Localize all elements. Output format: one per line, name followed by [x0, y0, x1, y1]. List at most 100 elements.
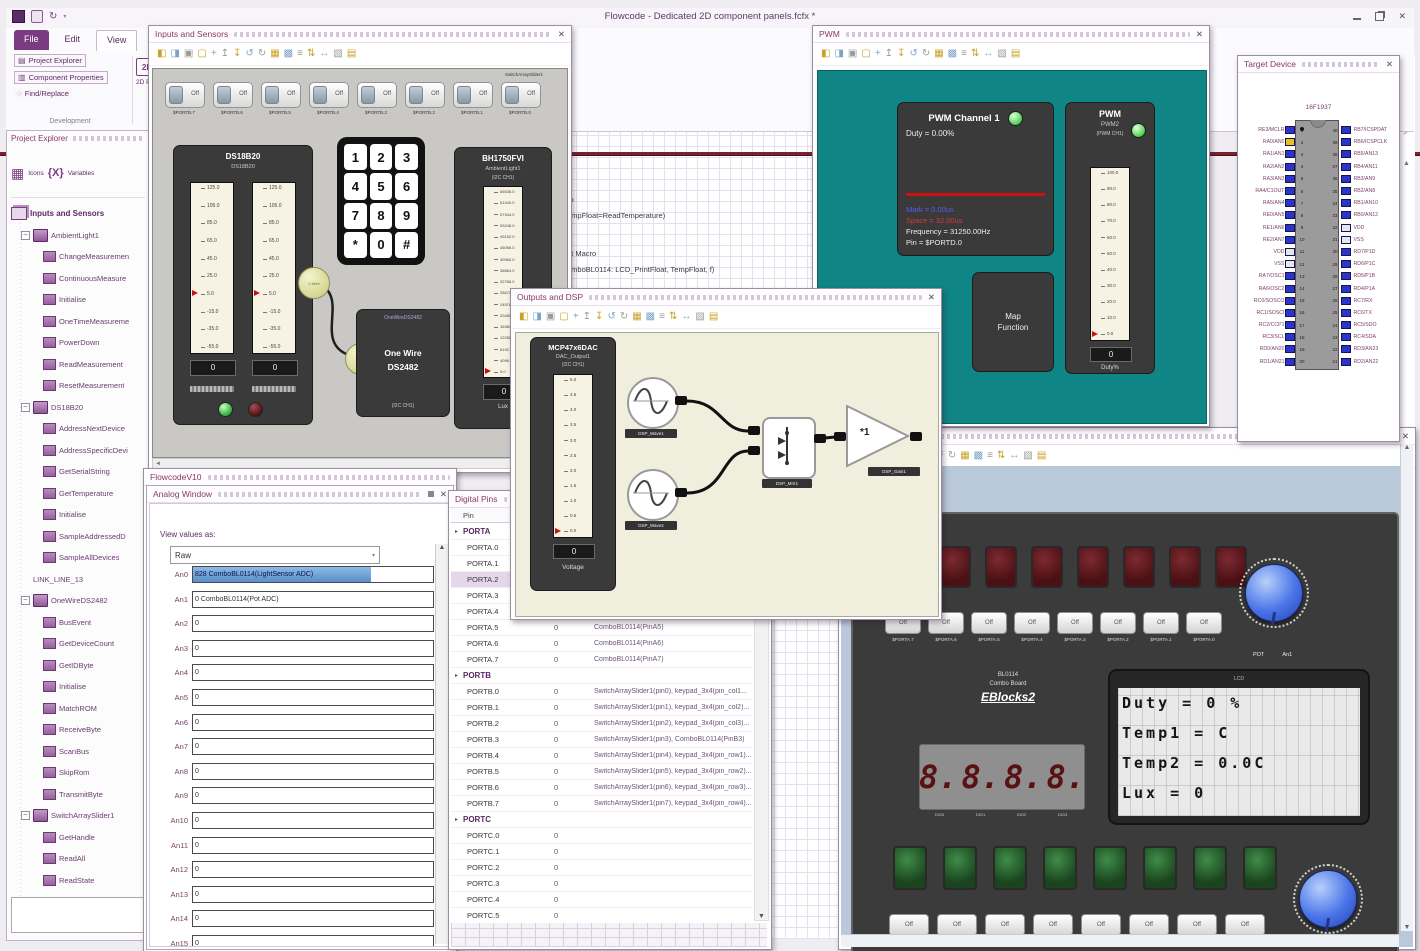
- connector-plug[interactable]: [814, 434, 826, 443]
- digital-pin-row[interactable]: PORTB.0 0 SwitchArraySlider1(pin0), keypad…: [451, 684, 753, 700]
- pin-right[interactable]: [1341, 187, 1352, 196]
- pin-right[interactable]: [1341, 199, 1352, 208]
- tree-item[interactable]: GetHandle: [9, 827, 147, 849]
- toolbar-icon[interactable]: ≡: [987, 451, 993, 461]
- flowcode-window-titlebar[interactable]: FlowcodeV10: [144, 469, 456, 486]
- toolbar-icon[interactable]: ↧: [233, 49, 241, 59]
- digital-pin-row[interactable]: PORTB.6 0 SwitchArraySlider1(pin6), keypad…: [451, 780, 753, 796]
- pin-right[interactable]: [1341, 126, 1352, 135]
- slider-marker[interactable]: [555, 528, 564, 534]
- analog-value-input[interactable]: 828 ComboBL0114(LightSensor ADC): [192, 566, 434, 583]
- dsp-panel-canvas[interactable]: MCP47x6DAC DAC_Output1 (I2C CH1) 5.0 4.5 4…: [515, 332, 939, 617]
- toolbar-icon[interactable]: ▤: [347, 49, 356, 59]
- expander-icon[interactable]: ▸: [455, 816, 463, 823]
- toolbar-icon[interactable]: ▣: [546, 312, 555, 322]
- toolbar-icon[interactable]: ↺: [607, 312, 615, 322]
- tab-view[interactable]: View: [96, 30, 138, 51]
- toggle-switch[interactable]: Off: [405, 82, 445, 108]
- board-push-button[interactable]: Off: [1100, 612, 1136, 634]
- digital-pin-row[interactable]: ▸ PORTC: [451, 812, 753, 828]
- toolbar-icon[interactable]: ▢: [197, 49, 206, 59]
- digital-pin-row[interactable]: PORTC.4 0: [451, 892, 753, 908]
- toggle-switch[interactable]: Off: [357, 82, 397, 108]
- toolbar-icon[interactable]: ▢: [861, 49, 870, 59]
- restore-button[interactable]: [1375, 12, 1385, 21]
- pin-left[interactable]: [1285, 235, 1296, 244]
- toolbar-icon[interactable]: ↧: [897, 49, 905, 59]
- slider-marker[interactable]: [485, 368, 494, 374]
- pin-right[interactable]: [1341, 150, 1352, 159]
- variables-icon[interactable]: {X}: [48, 167, 64, 179]
- toolbar-icon[interactable]: ↧: [595, 312, 603, 322]
- toolbar-icon[interactable]: ↔: [681, 312, 691, 322]
- toolbar-icon[interactable]: ▦: [270, 49, 279, 59]
- pin-left[interactable]: [1285, 357, 1296, 366]
- close-icon[interactable]: ✕: [928, 293, 935, 302]
- pin-right[interactable]: [1341, 321, 1352, 330]
- tree-item[interactable]: LINK_LINE_13: [9, 569, 147, 591]
- analog-value-input[interactable]: 0: [192, 885, 434, 903]
- pin-left[interactable]: [1285, 199, 1296, 208]
- pin-left[interactable]: [1285, 284, 1296, 293]
- vertical-scrollbar[interactable]: ▲: [435, 544, 448, 944]
- toolbar-icon[interactable]: ≡: [297, 49, 303, 59]
- toolbar-icon[interactable]: ↻: [948, 451, 956, 461]
- analog-value-input[interactable]: 0 ComboBL0114(Pot ADC): [192, 590, 434, 608]
- toolbar-icon[interactable]: ↥: [583, 312, 591, 322]
- pin-right[interactable]: [1341, 211, 1352, 220]
- tree-item[interactable]: AddressSpecificDevi: [9, 440, 147, 462]
- toolbar-icon[interactable]: ◧: [519, 312, 528, 322]
- digital-pin-row[interactable]: PORTB.3 0 SwitchArraySlider1(pin3), ComboB…: [451, 732, 753, 748]
- minimize-button[interactable]: [1353, 18, 1362, 20]
- connector-plug[interactable]: [748, 446, 760, 455]
- minimize-icon[interactable]: [427, 491, 434, 497]
- pin-left[interactable]: [1285, 223, 1296, 232]
- board-push-button[interactable]: Off: [1081, 914, 1121, 936]
- pin-right[interactable]: [1341, 308, 1352, 317]
- board-push-button[interactable]: Off: [1186, 612, 1222, 634]
- close-icon[interactable]: ✕: [440, 490, 447, 499]
- keypad-key[interactable]: 3: [395, 144, 418, 171]
- pin-right[interactable]: [1341, 333, 1352, 342]
- connector-plug[interactable]: [748, 426, 760, 435]
- toggle-switch[interactable]: Off: [261, 82, 301, 108]
- outputs-window-titlebar[interactable]: Outputs and DSP ✕: [511, 289, 941, 306]
- pin-left[interactable]: [1285, 174, 1296, 183]
- keypad-key[interactable]: 0: [369, 231, 393, 258]
- board-push-button[interactable]: Off: [1225, 914, 1265, 936]
- keypad-key[interactable]: 8: [369, 202, 393, 229]
- analog-value-input[interactable]: 0: [192, 836, 434, 854]
- toolbar-icon[interactable]: ▩: [974, 451, 983, 461]
- vertical-scrollbar[interactable]: ▲ ▼: [1400, 444, 1413, 931]
- slider-marker[interactable]: [1092, 331, 1101, 337]
- toolbar-icon[interactable]: ▧: [997, 49, 1006, 59]
- connector-plug[interactable]: [834, 432, 846, 441]
- digital-pin-row[interactable]: PORTC.0 0: [451, 828, 753, 844]
- board-push-button[interactable]: Off: [937, 914, 977, 936]
- project-explorer-toggle[interactable]: ▤ Project Explorer: [14, 54, 86, 67]
- digital-pin-row[interactable]: PORTB.4 0 SwitchArraySlider1(pin4), keypad…: [451, 748, 753, 764]
- digital-pin-row[interactable]: PORTA.5 0 ComboBL0114(PinA5): [451, 620, 753, 636]
- tree-item[interactable]: Initialise: [9, 289, 147, 311]
- tree-item[interactable]: ReadState: [9, 870, 147, 892]
- keypad-key[interactable]: 2: [369, 144, 393, 171]
- slider-marker[interactable]: [254, 290, 263, 297]
- toolbar-icon[interactable]: ▩: [284, 49, 293, 59]
- pin-right[interactable]: [1341, 284, 1352, 293]
- board-push-button[interactable]: Off: [1143, 612, 1179, 634]
- toolbar-icon[interactable]: ▩: [948, 49, 957, 59]
- find-replace-button[interactable]: ◌ Find/Replace: [14, 88, 72, 99]
- close-icon[interactable]: ✕: [1196, 30, 1203, 39]
- tree-item[interactable]: Initialise: [9, 676, 147, 698]
- tree-item[interactable]: SampleAddressedD: [9, 526, 147, 548]
- toolbar-icon[interactable]: ◧: [821, 49, 830, 59]
- tree-item[interactable]: PowerDown: [9, 332, 147, 354]
- toggle-switch[interactable]: Off: [309, 82, 349, 108]
- voltage-slider[interactable]: 5.0 4.5 4.0 3.5 3.0 2.5 2.0 1.5 1.0 0.5 0.0: [553, 374, 593, 538]
- toolbar-icon[interactable]: ▤: [1011, 49, 1020, 59]
- toolbar-icon[interactable]: ▧: [1023, 451, 1032, 461]
- keypad-key[interactable]: 4: [344, 173, 367, 200]
- board-push-button[interactable]: Off: [1129, 914, 1169, 936]
- tree-item[interactable]: MatchROM: [9, 698, 147, 720]
- tree-item[interactable]: OneTimeMeasureme: [9, 311, 147, 333]
